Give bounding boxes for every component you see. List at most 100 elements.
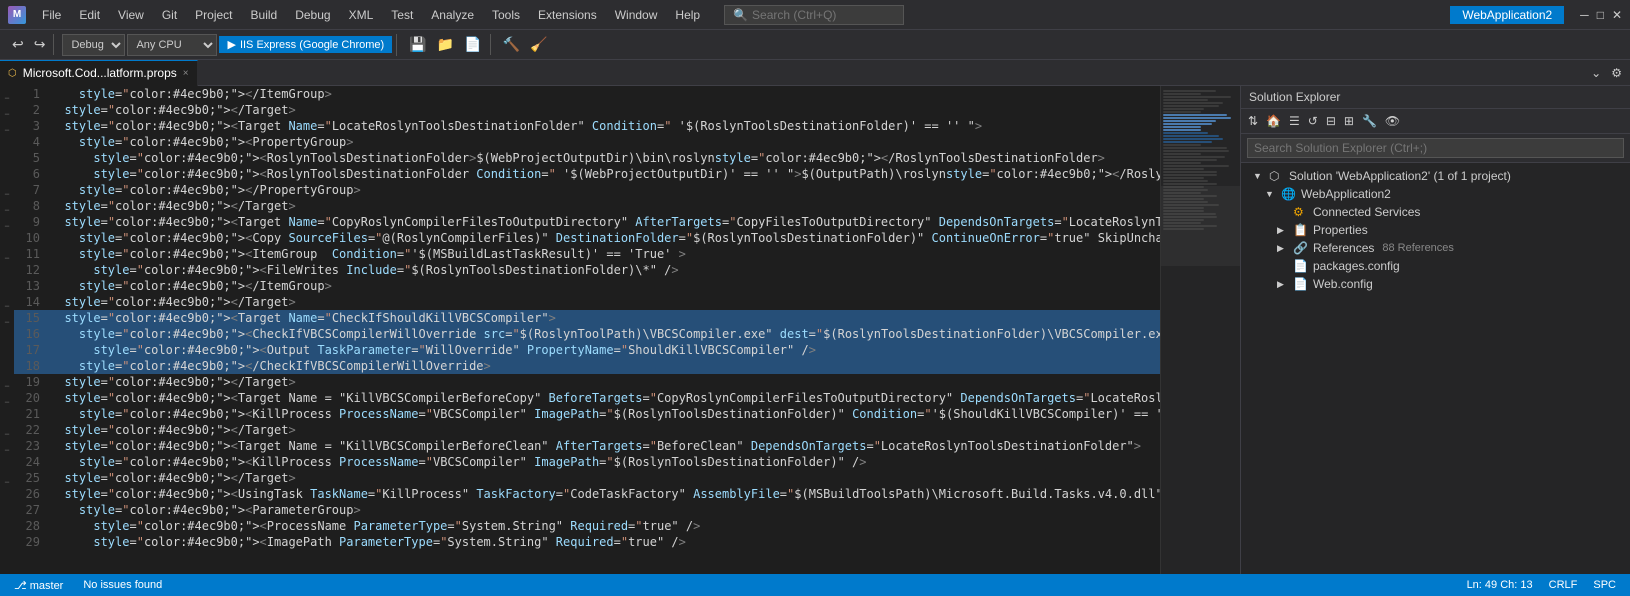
fold-arrow[interactable]: − xyxy=(0,90,14,106)
menu-test[interactable]: Test xyxy=(383,6,421,24)
fold-arrow[interactable]: − xyxy=(0,186,14,202)
code-editor[interactable]: 1 style="color:#4ec9b0;"></ItemGroup>2 s… xyxy=(14,86,1160,574)
fold-arrow[interactable]: − xyxy=(0,314,14,330)
build-button[interactable]: 🔨 xyxy=(499,34,524,55)
fold-arrow[interactable] xyxy=(0,410,14,426)
menu-project[interactable]: Project xyxy=(187,6,240,24)
fold-arrow[interactable]: − xyxy=(0,442,14,458)
menu-build[interactable]: Build xyxy=(243,6,286,24)
code-line: 16 style="color:#4ec9b0;"><CheckIfVBCSCo… xyxy=(14,326,1160,342)
fold-arrow[interactable]: − xyxy=(0,378,14,394)
fold-arrow[interactable] xyxy=(0,234,14,250)
menu-xml[interactable]: XML xyxy=(341,6,382,24)
fold-arrow[interactable] xyxy=(0,330,14,346)
menu-window[interactable]: Window xyxy=(607,6,666,24)
platform-select[interactable]: Any CPU xyxy=(127,34,217,56)
tab-close-button[interactable]: × xyxy=(183,68,189,79)
se-preview-button[interactable]: 👁 xyxy=(1382,112,1403,130)
fold-arrow[interactable] xyxy=(0,362,14,378)
fold-arrow[interactable]: − xyxy=(0,394,14,410)
code-line: 8 style="color:#4ec9b0;"></Target> xyxy=(14,198,1160,214)
se-collapse-button[interactable]: ⊟ xyxy=(1323,112,1339,130)
fold-arrow[interactable]: − xyxy=(0,122,14,138)
encoding-indicator[interactable]: CRLF xyxy=(1543,579,1584,591)
git-branch-indicator[interactable]: ⎇ master xyxy=(8,579,69,592)
fold-arrow[interactable] xyxy=(0,282,14,298)
line-content: style="color:#4ec9b0;"></PropertyGroup> xyxy=(50,182,1160,198)
code-line: 4 style="color:#4ec9b0;"><PropertyGroup> xyxy=(14,134,1160,150)
clean-button[interactable]: 🧹 xyxy=(526,34,551,55)
fold-arrow[interactable] xyxy=(0,538,14,554)
expand-arrow-wc[interactable]: ▶ xyxy=(1277,279,1289,290)
fold-arrow[interactable]: − xyxy=(0,474,14,490)
fold-arrow[interactable]: − xyxy=(0,106,14,122)
fold-arrow[interactable]: − xyxy=(0,202,14,218)
open-button[interactable]: 📁 xyxy=(433,34,458,55)
fold-arrow[interactable]: − xyxy=(0,218,14,234)
fold-arrow[interactable] xyxy=(0,506,14,522)
menu-debug[interactable]: Debug xyxy=(287,6,338,24)
menu-tools[interactable]: Tools xyxy=(484,6,528,24)
fold-arrow[interactable]: − xyxy=(0,298,14,314)
new-file-button[interactable]: 📄 xyxy=(460,34,485,55)
debug-config-select[interactable]: Debug xyxy=(62,34,125,56)
expand-arrow-solution[interactable]: ▼ xyxy=(1253,171,1265,181)
expand-arrow-props[interactable]: ▶ xyxy=(1277,225,1289,236)
fold-arrow[interactable] xyxy=(0,346,14,362)
menu-help[interactable]: Help xyxy=(667,6,708,24)
close-button[interactable]: ✕ xyxy=(1612,8,1622,22)
line-col-indicator[interactable]: Ln: 49 Ch: 13 xyxy=(1461,579,1539,591)
main-content: − − − − − − − − − − − − − − xyxy=(0,86,1630,574)
references-badge: 88 References xyxy=(1382,242,1454,254)
tab-actions: ⌄ ⚙ xyxy=(1583,64,1630,82)
se-solution-item[interactable]: ▼ ⬡ Solution 'WebApplication2' (1 of 1 p… xyxy=(1241,167,1630,185)
minimap-viewport[interactable] xyxy=(1161,186,1240,266)
se-filter-button[interactable]: ☰ xyxy=(1286,112,1303,130)
fold-arrow[interactable] xyxy=(0,522,14,538)
se-sync-button[interactable]: ⇅ xyxy=(1245,112,1261,130)
se-home-button[interactable]: 🏠 xyxy=(1263,112,1284,130)
se-properties-item[interactable]: ▶ 📋 Properties xyxy=(1241,221,1630,239)
se-webconfig-item[interactable]: ▶ 📄 Web.config xyxy=(1241,275,1630,293)
menu-view[interactable]: View xyxy=(110,6,152,24)
search-input[interactable] xyxy=(752,8,882,22)
redo-button[interactable]: ↪ xyxy=(30,34,50,55)
menu-git[interactable]: Git xyxy=(154,6,185,24)
fold-arrow[interactable]: − xyxy=(0,250,14,266)
run-button[interactable]: ▶ IIS Express (Google Chrome) xyxy=(219,36,392,53)
fold-arrow[interactable] xyxy=(0,154,14,170)
se-search-input[interactable] xyxy=(1247,138,1624,158)
active-tab[interactable]: ⬡ Microsoft.Cod...latform.props × xyxy=(0,60,198,86)
fold-arrow[interactable] xyxy=(0,490,14,506)
indent-indicator[interactable]: SPC xyxy=(1587,579,1622,591)
global-search[interactable]: 🔍 xyxy=(724,5,904,25)
menu-analyze[interactable]: Analyze xyxy=(423,6,482,24)
undo-button[interactable]: ↩ xyxy=(8,34,28,55)
se-expand-button[interactable]: ⊞ xyxy=(1341,112,1357,130)
minimize-button[interactable]: ─ xyxy=(1580,8,1589,22)
menu-edit[interactable]: Edit xyxy=(71,6,108,24)
debug-config-group: Debug Any CPU ▶ IIS Express (Google Chro… xyxy=(58,34,397,56)
fold-arrow[interactable] xyxy=(0,266,14,282)
fold-arrow[interactable] xyxy=(0,138,14,154)
se-refresh-button[interactable]: ↺ xyxy=(1305,112,1321,130)
expand-arrow-project[interactable]: ▼ xyxy=(1265,189,1277,199)
expand-arrow-refs[interactable]: ▶ xyxy=(1277,243,1289,254)
se-properties-button[interactable]: 🔧 xyxy=(1359,112,1380,130)
menu-file[interactable]: File xyxy=(34,6,69,24)
tab-settings-button[interactable]: ⚙ xyxy=(1607,64,1626,82)
maximize-button[interactable]: □ xyxy=(1597,8,1604,22)
save-button[interactable]: 💾 xyxy=(405,34,430,55)
se-references-item[interactable]: ▶ 🔗 References 88 References xyxy=(1241,239,1630,257)
misc-tools-group: 💾 📁 📄 xyxy=(401,34,490,55)
se-connected-services-item[interactable]: ⚙ Connected Services xyxy=(1241,203,1630,221)
menu-extensions[interactable]: Extensions xyxy=(530,6,605,24)
se-packages-item[interactable]: 📄 packages.config xyxy=(1241,257,1630,275)
fold-arrow[interactable] xyxy=(0,170,14,186)
line-number: 10 xyxy=(14,230,50,246)
fold-arrow[interactable] xyxy=(0,458,14,474)
fold-arrow[interactable]: − xyxy=(0,426,14,442)
line-content: style="color:#4ec9b0;"><ParameterGroup> xyxy=(50,502,1160,518)
tab-overflow-button[interactable]: ⌄ xyxy=(1587,64,1605,82)
se-project-item[interactable]: ▼ 🌐 WebApplication2 xyxy=(1241,185,1630,203)
